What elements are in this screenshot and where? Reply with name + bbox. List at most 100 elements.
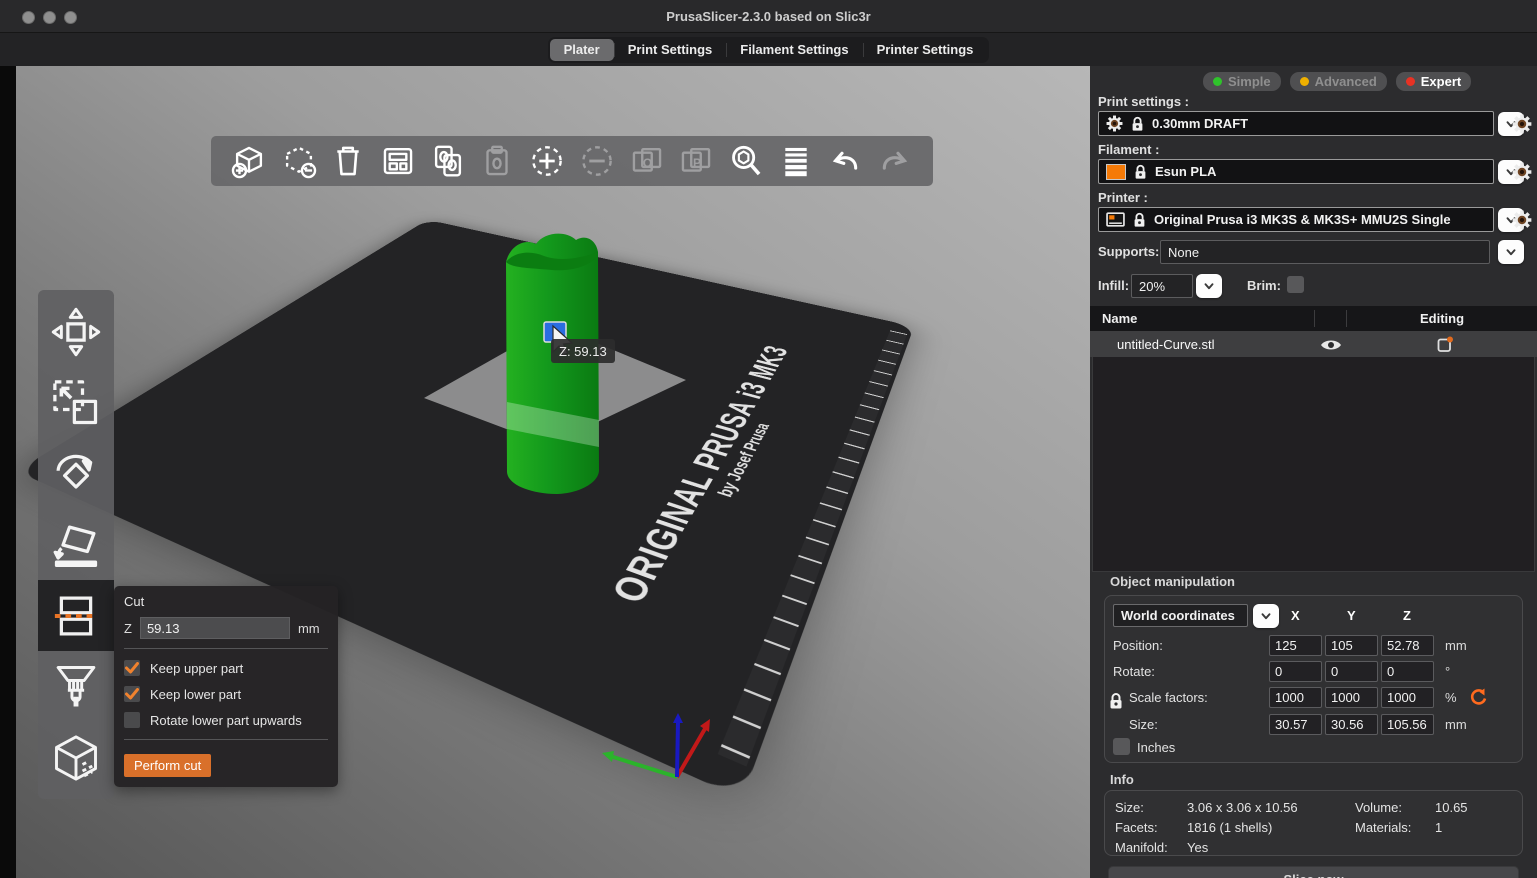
cut-tool-button[interactable] xyxy=(38,580,114,651)
close-window-button[interactable] xyxy=(22,11,35,24)
tab-filament-settings[interactable]: Filament Settings xyxy=(726,39,862,61)
name-header: Name xyxy=(1102,311,1137,326)
lock-icon xyxy=(1133,212,1146,228)
perform-cut-button[interactable]: Perform cut xyxy=(124,754,211,777)
supports-select[interactable]: None xyxy=(1160,240,1490,264)
size-label: Size: xyxy=(1129,717,1158,732)
copy-button[interactable] xyxy=(426,140,470,182)
search-button[interactable] xyxy=(724,140,768,182)
coordinates-dropdown-button[interactable] xyxy=(1253,604,1279,628)
print-settings-gear-icon[interactable] xyxy=(1512,114,1532,134)
scale-factors-label: Scale factors: xyxy=(1129,690,1208,705)
keep-upper-part-checkbox[interactable] xyxy=(124,660,140,676)
variable-layer-height-button[interactable] xyxy=(774,140,818,182)
rotate-lower-part-label: Rotate lower part upwards xyxy=(150,713,302,728)
seam-tool-button[interactable] xyxy=(38,722,114,793)
rotate-x-input[interactable] xyxy=(1269,661,1322,682)
edit-object-icon[interactable] xyxy=(1436,335,1454,353)
rotate-lower-part-option[interactable]: Rotate lower part upwards xyxy=(124,707,328,733)
printer-value: Original Prusa i3 MK3S & MK3S+ MMU2S Sin… xyxy=(1154,212,1451,227)
rotate-unit: ° xyxy=(1445,664,1450,679)
keep-lower-part-option[interactable]: Keep lower part xyxy=(124,681,328,707)
info-materials-value: 1 xyxy=(1435,820,1442,835)
advanced-mode-dot xyxy=(1300,77,1309,86)
position-y-input[interactable] xyxy=(1325,635,1378,656)
printer-gear-icon[interactable] xyxy=(1512,210,1532,230)
tab-plater[interactable]: Plater xyxy=(550,39,614,61)
lock-icon xyxy=(1134,164,1147,180)
tab-strip: Plater Print Settings Filament Settings … xyxy=(0,33,1537,66)
size-y-input[interactable] xyxy=(1325,714,1378,735)
object-row-untitled-curve[interactable]: untitled-Curve.stl xyxy=(1090,331,1537,357)
z-column-header: Z xyxy=(1403,608,1411,623)
split-to-parts-button xyxy=(674,140,718,182)
redo-button xyxy=(873,140,917,182)
prusaslicer-window: PrusaSlicer-2.3.0 based on Slic3r Plater… xyxy=(0,0,1537,878)
rotate-lower-part-checkbox[interactable] xyxy=(124,712,140,728)
supports-dropdown-button[interactable] xyxy=(1498,240,1524,264)
tab-printer-settings[interactable]: Printer Settings xyxy=(863,39,988,61)
uniform-scale-lock-icon[interactable] xyxy=(1109,692,1123,710)
printer-combo[interactable]: Original Prusa i3 MK3S & MK3S+ MMU2S Sin… xyxy=(1098,207,1494,232)
infill-value: 20% xyxy=(1139,279,1165,294)
arrange-button[interactable] xyxy=(376,140,420,182)
add-button[interactable] xyxy=(227,140,271,182)
cut-z-unit: mm xyxy=(298,621,320,636)
print-settings-combo[interactable]: 0.30mm DRAFT xyxy=(1098,111,1494,136)
tab-print-settings[interactable]: Print Settings xyxy=(614,39,727,61)
rotate-z-input[interactable] xyxy=(1381,661,1434,682)
move-tool-button[interactable] xyxy=(38,296,114,367)
cut-z-label: Z xyxy=(124,621,132,636)
rotate-y-input[interactable] xyxy=(1325,661,1378,682)
scale-y-input[interactable] xyxy=(1325,687,1378,708)
cut-z-input[interactable] xyxy=(140,617,290,639)
rotate-label: Rotate: xyxy=(1113,664,1155,679)
rotate-tool-button[interactable] xyxy=(38,438,114,509)
info-volume-value: 10.65 xyxy=(1435,800,1468,815)
editing-header: Editing xyxy=(1420,311,1464,326)
printer-label: Printer : xyxy=(1098,190,1148,205)
info-manifold-label: Manifold: xyxy=(1115,840,1187,855)
inches-label: Inches xyxy=(1137,740,1175,755)
infill-dropdown-button[interactable] xyxy=(1196,274,1222,298)
delete-all-button[interactable] xyxy=(326,140,370,182)
bed-title: ORIGINAL PRUSA i3 MK3 xyxy=(602,341,796,613)
undo-button[interactable] xyxy=(823,140,867,182)
3d-viewport[interactable]: ORIGINAL PRUSA i3 MK3 by Josef Prusa xyxy=(16,66,1090,878)
add-instance-button[interactable] xyxy=(525,140,569,182)
minimize-window-button[interactable] xyxy=(43,11,56,24)
size-x-input[interactable] xyxy=(1269,714,1322,735)
scale-z-input[interactable] xyxy=(1381,687,1434,708)
brim-checkbox[interactable] xyxy=(1287,276,1304,293)
slice-now-button[interactable]: Slice now xyxy=(1108,866,1519,878)
delete-button[interactable] xyxy=(277,140,321,182)
right-sidebar: Simple Advanced Expert Print settings : … xyxy=(1090,66,1537,878)
filament-gear-icon[interactable] xyxy=(1512,162,1532,182)
inches-checkbox[interactable] xyxy=(1113,738,1130,755)
mode-switcher: Simple Advanced Expert xyxy=(1203,72,1471,91)
coordinates-select[interactable]: World coordinates xyxy=(1113,604,1248,627)
scale-x-input[interactable] xyxy=(1269,687,1322,708)
reset-scale-icon[interactable] xyxy=(1469,688,1487,706)
visibility-eye-icon[interactable] xyxy=(1320,338,1342,352)
info-size-label: Size: xyxy=(1115,800,1187,815)
position-x-input[interactable] xyxy=(1269,635,1322,656)
size-unit: mm xyxy=(1445,717,1467,732)
mode-advanced-button[interactable]: Advanced xyxy=(1290,72,1387,91)
position-z-input[interactable] xyxy=(1381,635,1434,656)
paint-supports-tool-button[interactable] xyxy=(38,651,114,722)
info-materials-label: Materials: xyxy=(1355,820,1435,835)
filament-combo[interactable]: Esun PLA xyxy=(1098,159,1494,184)
mode-expert-button[interactable]: Expert xyxy=(1396,72,1471,91)
mode-simple-button[interactable]: Simple xyxy=(1203,72,1281,91)
object-list-empty-area[interactable] xyxy=(1092,357,1535,572)
keep-upper-part-option[interactable]: Keep upper part xyxy=(124,655,328,681)
printer-icon xyxy=(1106,212,1125,227)
place-on-face-tool-button[interactable] xyxy=(38,509,114,580)
size-z-input[interactable] xyxy=(1381,714,1434,735)
infill-select[interactable]: 20% xyxy=(1131,274,1193,298)
keep-lower-part-checkbox[interactable] xyxy=(124,686,140,702)
scale-tool-button[interactable] xyxy=(38,367,114,438)
zoom-window-button[interactable] xyxy=(64,11,77,24)
top-toolbar xyxy=(211,136,933,186)
